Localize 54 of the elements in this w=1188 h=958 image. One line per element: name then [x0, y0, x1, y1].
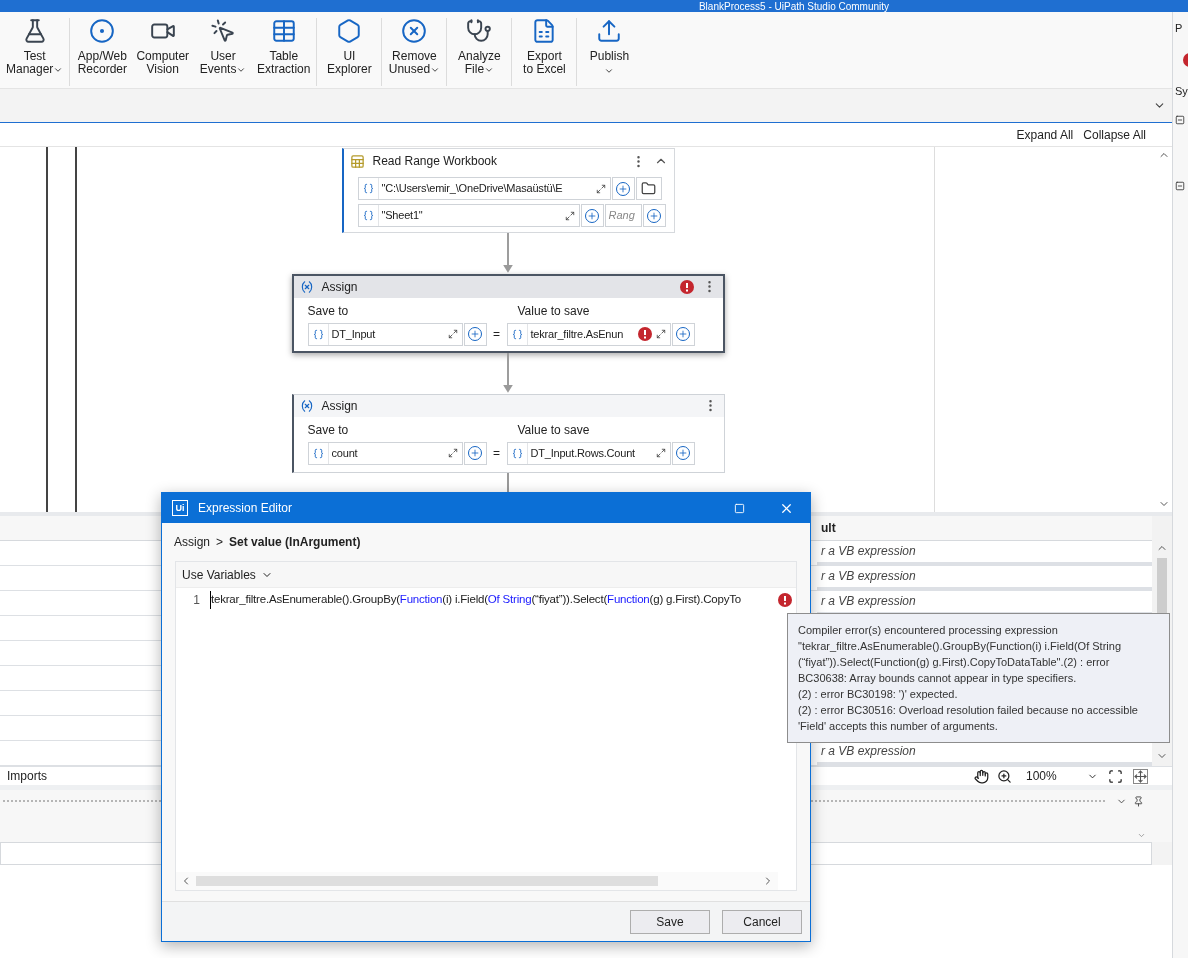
- ribbon-button[interactable]: Remove Unused: [384, 18, 445, 76]
- field-value: tekrar_filtre.AsEnun: [529, 327, 625, 343]
- range-field[interactable]: Rang: [604, 204, 642, 227]
- imports-tab[interactable]: Imports: [0, 767, 54, 785]
- panel-item: Sy: [1175, 83, 1188, 99]
- line-number: 1: [192, 592, 201, 609]
- expression-field[interactable]: tekrar_filtre.AsEnun: [506, 322, 671, 346]
- field-label: Value to save: [517, 302, 590, 320]
- save-button[interactable]: Save: [630, 909, 710, 934]
- ribbon-button[interactable]: Table Extraction: [253, 18, 315, 76]
- code-editor[interactable]: Use Variables 1 tekrar_filtre.AsEnumerable().GroupBy(Function(i) i.Field(Of String(“fiyat”)).Select(Function(g) g.First).CopyTo: [175, 561, 797, 891]
- activity-title: Assign: [321, 278, 359, 296]
- field-label: Save to: [307, 421, 350, 439]
- field-label: Save to: [307, 302, 350, 320]
- activity-card[interactable]: Assign Save to Value to save DT_Input = tekrar_filtre.AsEnun: [291, 273, 725, 354]
- expand-all-link[interactable]: Expand All: [1016, 125, 1074, 144]
- equals-sign: =: [492, 326, 501, 344]
- activity-card[interactable]: Read Range Workbook "C:\Users\emir_\OneDrive\Masaüstü\E "Sheet1" Rang: [341, 148, 675, 234]
- expression-field[interactable]: DT_Input: [307, 322, 463, 346]
- expression-field[interactable]: DT_Input.Rows.Count: [506, 441, 671, 465]
- collapse-all-link[interactable]: Collapse All: [1083, 125, 1146, 144]
- zoom-dropdown[interactable]: 100%: [1026, 767, 1098, 785]
- panel-tab[interactable]: P: [1175, 20, 1183, 37]
- field-value: DT_Input: [330, 327, 377, 343]
- field-value: count: [330, 446, 359, 462]
- breadcrumb-separator: >: [216, 534, 224, 551]
- field-value: "C:\Users\emir_\OneDrive\Masaüstü\E: [380, 181, 564, 197]
- column-header: ult: [817, 516, 1152, 541]
- field-label: Value to save: [517, 421, 590, 439]
- app-logo: Ui: [172, 500, 188, 516]
- activity-card[interactable]: Assign Save to Value to save count = DT_Input.Rows.Count: [291, 393, 725, 474]
- ribbon-button[interactable]: Computer Vision: [132, 18, 194, 76]
- ribbon-button[interactable]: UI Explorer: [319, 18, 380, 76]
- expression-field[interactable]: "Sheet1": [357, 204, 580, 227]
- ribbon-button[interactable]: Export to Excel: [514, 18, 575, 76]
- use-variables-dropdown[interactable]: Use Variables: [182, 565, 273, 584]
- breadcrumb-item: Set value (InArgument): [229, 534, 361, 551]
- equals-sign: =: [492, 445, 501, 463]
- ribbon-button[interactable]: Test Manager: [2, 18, 68, 76]
- ribbon-button[interactable]: User Events: [193, 18, 254, 76]
- expression-field[interactable]: count: [307, 441, 463, 465]
- field-value: DT_Input.Rows.Count: [529, 446, 636, 462]
- cancel-button[interactable]: Cancel: [722, 909, 802, 934]
- dialog-title: Expression Editor: [198, 500, 294, 517]
- activity-title: Read Range Workbook: [372, 153, 499, 170]
- error-message: Compiler error(s) encountered processing expression "tekrar_filtre.AsEnumerable().GroupBy(Function(i) i.Field(Of String (“fiyat”)).Select(Function(g) g.First).CopyToDataTable".(2) : error BC30638: Array bounds cannot appear in type specifiers. (2) : error BC30198: ')' expected. (2) : error BC30516: Overload resolution failed because no accessible 'Field' accepts this number of arguments.: [798, 623, 1139, 734]
- breadcrumb-item[interactable]: Assign: [174, 533, 211, 551]
- expression-field[interactable]: "C:\Users\emir_\OneDrive\Masaüstü\E: [357, 177, 611, 200]
- activity-title: Assign: [321, 397, 359, 415]
- ribbon-button[interactable]: Analyze File: [449, 18, 510, 76]
- window-title: BlankProcess5 - UiPath Studio Community: [698, 1, 890, 12]
- ribbon-button[interactable]: App/Web Recorder: [72, 18, 133, 76]
- ribbon-button[interactable]: Publish: [579, 18, 640, 76]
- field-value: "Sheet1": [380, 208, 424, 224]
